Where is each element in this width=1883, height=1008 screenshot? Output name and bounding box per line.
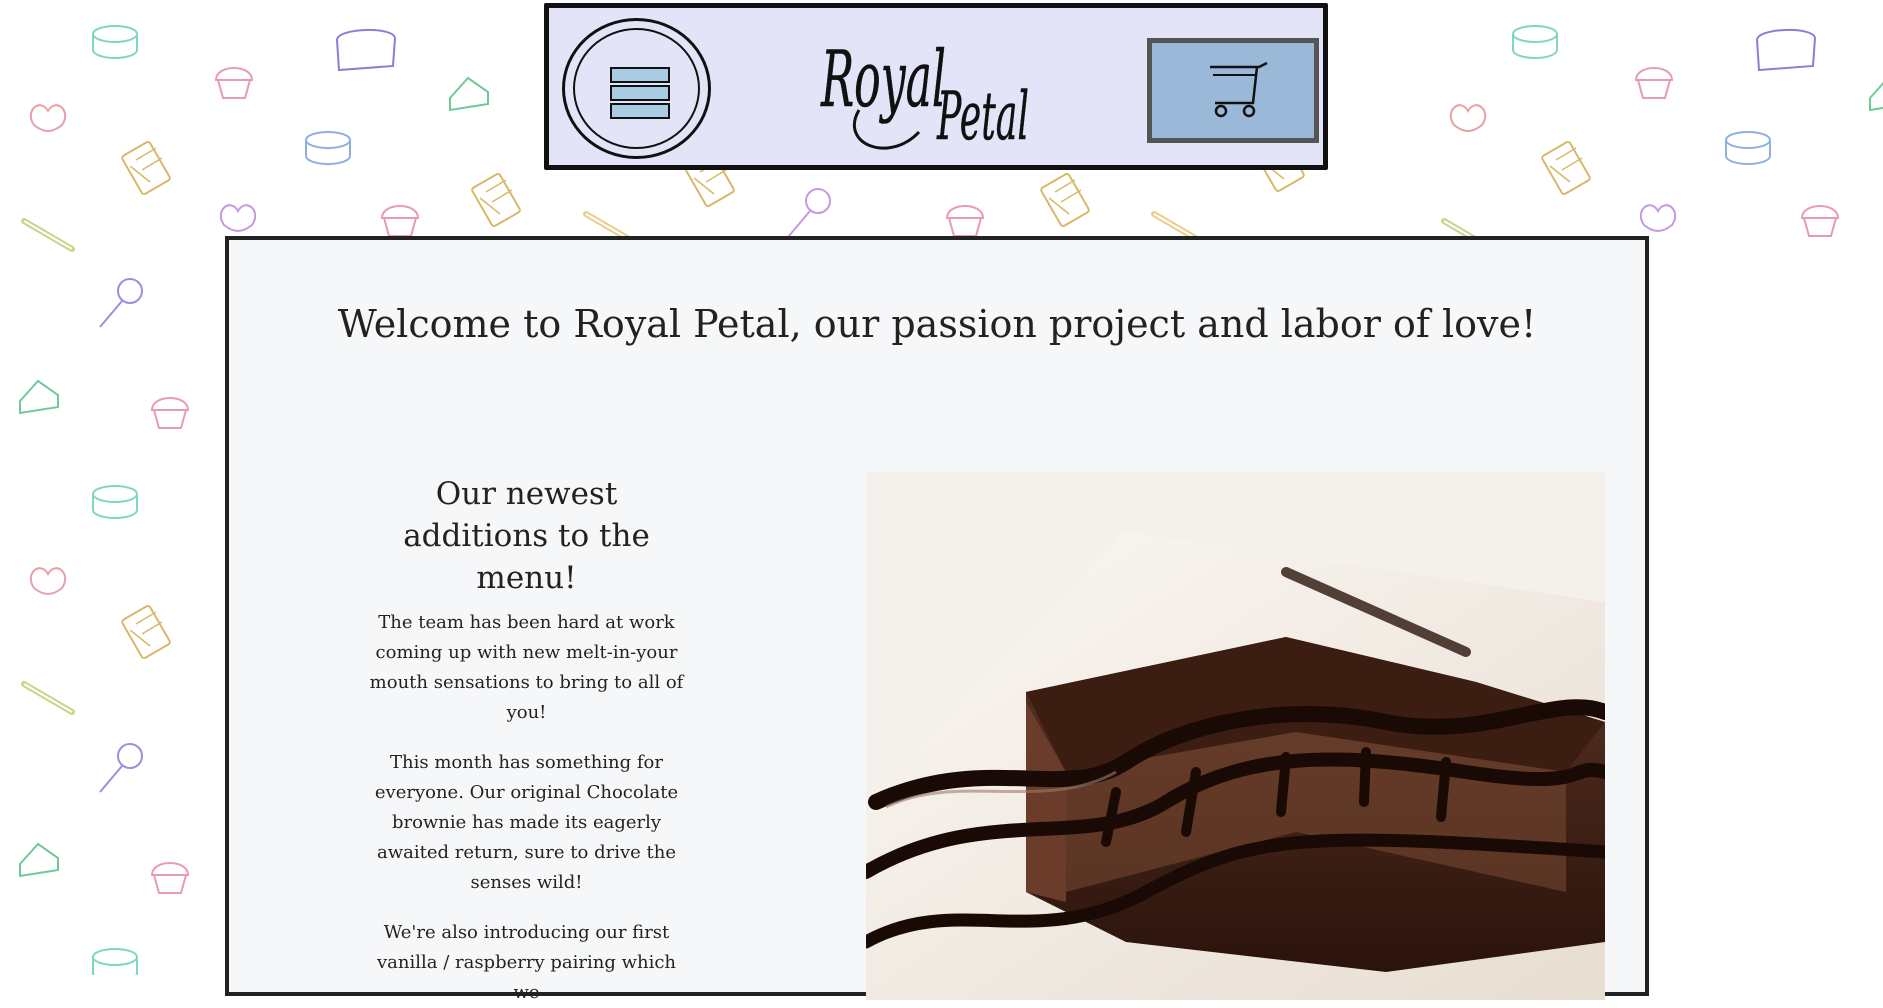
shopping-cart-icon xyxy=(1210,61,1268,118)
intro-paragraph-1: The team has been hard at work coming up… xyxy=(369,612,684,723)
main-content-panel: Welcome to Royal Petal, our passion proj… xyxy=(225,236,1649,1003)
hamburger-menu-icon-bottom-bar xyxy=(610,103,670,119)
brownie-photo xyxy=(866,472,1605,1000)
menu-button[interactable] xyxy=(562,18,711,159)
newest-additions-heading: Our newest additions to the menu! xyxy=(403,476,650,596)
cart-button[interactable] xyxy=(1147,38,1319,143)
logo-petal-text: Petal xyxy=(936,78,1029,155)
welcome-heading: Welcome to Royal Petal, our passion proj… xyxy=(337,302,1537,346)
intro-paragraph-3: We're also introducing our first vanilla… xyxy=(376,922,676,1003)
logo-royal-text: Royal xyxy=(820,35,946,125)
royal-petal-logo[interactable]: Royal Petal xyxy=(819,14,1029,164)
site-header: Royal Petal xyxy=(544,3,1328,170)
hamburger-menu-icon-middle-bar xyxy=(610,85,670,101)
intro-paragraph-2: This month has something for everyone. O… xyxy=(374,752,679,893)
hamburger-menu-icon-top-bar xyxy=(610,67,670,83)
